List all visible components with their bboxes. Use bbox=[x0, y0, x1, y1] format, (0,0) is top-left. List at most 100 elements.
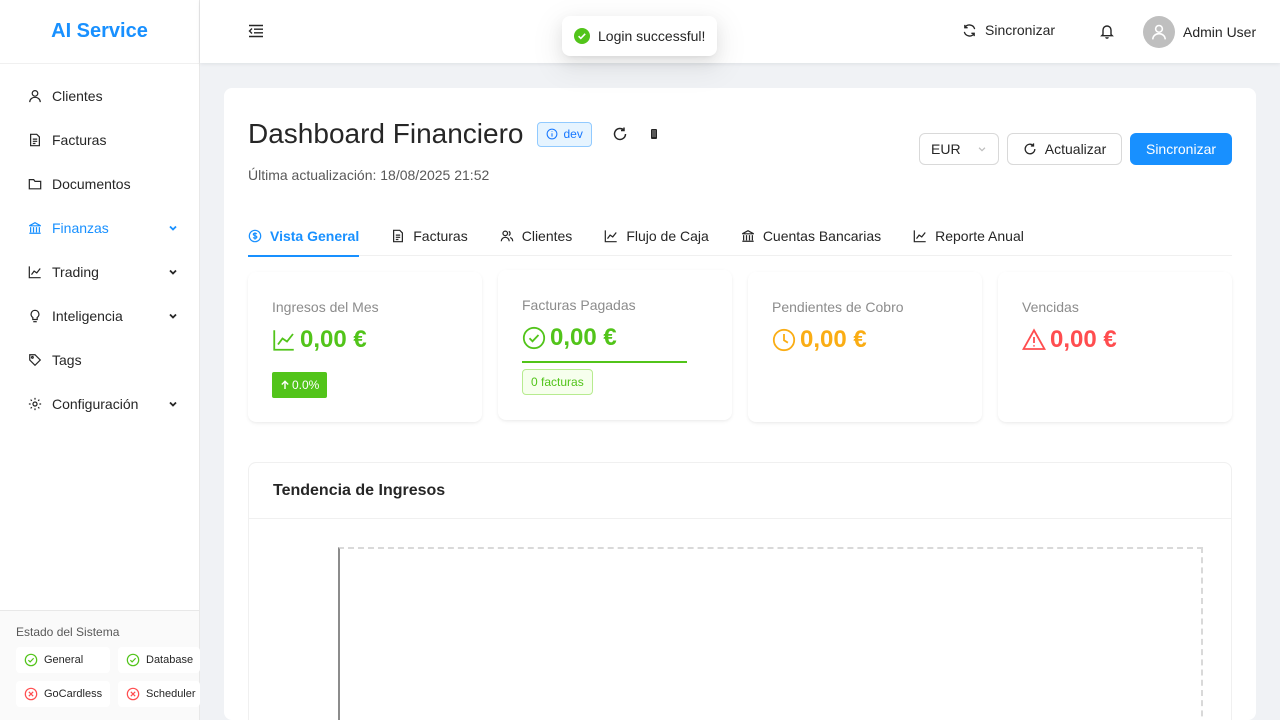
stat-card-paid: Facturas Pagadas 0,00 € 0 facturas bbox=[498, 270, 732, 420]
sync-button[interactable]: Sincronizar bbox=[1130, 133, 1232, 165]
bulb-icon bbox=[28, 309, 42, 323]
stat-value-text: 0,00 € bbox=[800, 326, 867, 353]
sidebar-item-facturas[interactable]: Facturas bbox=[0, 118, 199, 162]
line-chart-icon bbox=[913, 229, 927, 243]
sidebar-item-clientes[interactable]: Clientes bbox=[0, 74, 199, 118]
warning-icon bbox=[1022, 328, 1046, 352]
stat-label: Facturas Pagadas bbox=[522, 297, 636, 313]
line-chart-icon bbox=[272, 328, 296, 352]
sidebar-item-tags[interactable]: Tags bbox=[0, 338, 199, 382]
top-header: Sincronizar Admin User bbox=[200, 0, 1280, 63]
gear-icon bbox=[28, 397, 42, 411]
system-status-panel: Estado del Sistema General Database GoCa… bbox=[0, 610, 200, 720]
chart-plot-area bbox=[338, 547, 1203, 720]
stat-value: 0,00 € bbox=[272, 326, 367, 354]
reload-icon[interactable] bbox=[612, 126, 628, 142]
sidebar-item-trading[interactable]: Trading bbox=[0, 250, 199, 294]
file-text-icon bbox=[28, 133, 42, 147]
folder-icon bbox=[28, 177, 42, 191]
bell-icon[interactable] bbox=[1099, 23, 1115, 39]
env-tag-label: dev bbox=[563, 127, 583, 141]
status-badge-scheduler: Scheduler bbox=[118, 681, 200, 707]
sidebar-menu: Clientes Facturas Documentos Finanzas Tr… bbox=[0, 64, 199, 426]
info-circle-icon bbox=[546, 128, 558, 140]
invoice-count-tag: 0 facturas bbox=[522, 369, 593, 395]
status-label: Database bbox=[146, 654, 194, 666]
chevron-down-icon bbox=[977, 144, 987, 154]
chevron-down-icon bbox=[167, 398, 179, 410]
tab-reporte-anual[interactable]: Reporte Anual bbox=[913, 216, 1024, 256]
tab-label: Clientes bbox=[521, 228, 573, 244]
last-update-text: Última actualización: 18/08/2025 21:52 bbox=[248, 167, 490, 183]
tab-clientes[interactable]: Clientes bbox=[500, 216, 573, 256]
refresh-label: Actualizar bbox=[1044, 141, 1107, 157]
dashboard-tabs: Vista General Facturas Clientes Flujo de… bbox=[248, 216, 1232, 257]
check-circle-icon bbox=[522, 326, 546, 350]
chevron-down-icon bbox=[167, 310, 179, 322]
tab-vista-general[interactable]: Vista General bbox=[248, 216, 360, 257]
mobile-icon[interactable] bbox=[648, 126, 660, 142]
tab-facturas[interactable]: Facturas bbox=[391, 216, 468, 256]
tags-icon bbox=[28, 353, 42, 367]
line-chart-icon bbox=[604, 229, 618, 243]
status-label: GoCardless bbox=[44, 688, 103, 700]
app-logo[interactable]: AI Service bbox=[0, 0, 199, 64]
stat-value: 0,00 € bbox=[1022, 326, 1117, 354]
reload-icon bbox=[1023, 142, 1037, 156]
income-trend-card: Tendencia de Ingresos bbox=[248, 462, 1232, 720]
tab-label: Cuentas Bancarias bbox=[762, 228, 882, 244]
stat-value-text: 0,00 € bbox=[1050, 326, 1117, 353]
close-circle-icon bbox=[126, 687, 140, 701]
sidebar-item-label: Finanzas bbox=[52, 220, 109, 236]
file-text-icon bbox=[391, 229, 405, 243]
stat-card-pending: Pendientes de Cobro 0,00 € bbox=[748, 272, 982, 422]
check-circle-filled-icon bbox=[574, 28, 590, 44]
change-badge: 0.0% bbox=[272, 372, 328, 398]
header-sync-label: Sincronizar bbox=[985, 22, 1056, 38]
currency-select[interactable]: EUR bbox=[919, 133, 999, 165]
tab-label: Vista General bbox=[270, 228, 360, 244]
stat-value: 0,00 € bbox=[522, 324, 617, 352]
header-sync-button[interactable]: Sincronizar bbox=[962, 22, 1055, 38]
sidebar-item-finanzas[interactable]: Finanzas bbox=[0, 206, 199, 250]
change-value: 0.0% bbox=[292, 378, 320, 392]
env-tag: dev bbox=[536, 121, 592, 147]
user-icon bbox=[28, 89, 42, 103]
stat-value: 0,00 € bbox=[772, 326, 867, 354]
tab-cuentas-bancarias[interactable]: Cuentas Bancarias bbox=[741, 216, 881, 256]
dollar-circle-icon bbox=[248, 229, 262, 243]
progress-line bbox=[522, 361, 687, 363]
sidebar-item-inteligencia[interactable]: Inteligencia bbox=[0, 294, 199, 338]
user-menu[interactable]: Admin User bbox=[1143, 16, 1256, 48]
user-name: Admin User bbox=[1183, 24, 1257, 40]
stat-label: Vencidas bbox=[1022, 299, 1079, 315]
status-badge-gocardless: GoCardless bbox=[16, 681, 110, 707]
clock-icon bbox=[772, 328, 796, 352]
check-circle-icon bbox=[24, 653, 38, 667]
stat-label: Ingresos del Mes bbox=[272, 299, 379, 315]
sync-icon bbox=[962, 23, 977, 38]
bank-icon bbox=[28, 221, 42, 235]
stat-value-text: 0,00 € bbox=[300, 326, 367, 353]
status-label: Scheduler bbox=[146, 688, 196, 700]
stat-card-income: Ingresos del Mes 0,00 € 0.0% bbox=[248, 272, 482, 422]
chevron-down-icon bbox=[167, 222, 179, 234]
stat-value-text: 0,00 € bbox=[550, 324, 617, 351]
login-toast: Login successful! bbox=[562, 16, 718, 56]
chevron-down-icon bbox=[167, 266, 179, 278]
refresh-button[interactable]: Actualizar bbox=[1007, 133, 1122, 165]
sidebar-item-documentos[interactable]: Documentos bbox=[0, 162, 199, 206]
status-badge-database: Database bbox=[118, 647, 200, 673]
sidebar: AI Service Clientes Facturas Documentos … bbox=[0, 0, 200, 720]
sidebar-item-label: Documentos bbox=[52, 176, 131, 192]
close-circle-icon bbox=[24, 687, 38, 701]
toast-message: Login successful! bbox=[598, 28, 706, 44]
main-content: Dashboard Financiero dev Última actualiz… bbox=[224, 88, 1256, 720]
sidebar-item-configuracion[interactable]: Configuración bbox=[0, 382, 199, 426]
team-icon bbox=[500, 229, 514, 243]
chart-title: Tendencia de Ingresos bbox=[249, 463, 1231, 519]
menu-fold-icon[interactable] bbox=[248, 23, 264, 39]
tab-label: Reporte Anual bbox=[935, 228, 1024, 244]
stat-label: Pendientes de Cobro bbox=[772, 299, 904, 315]
tab-flujo-de-caja[interactable]: Flujo de Caja bbox=[604, 216, 709, 256]
